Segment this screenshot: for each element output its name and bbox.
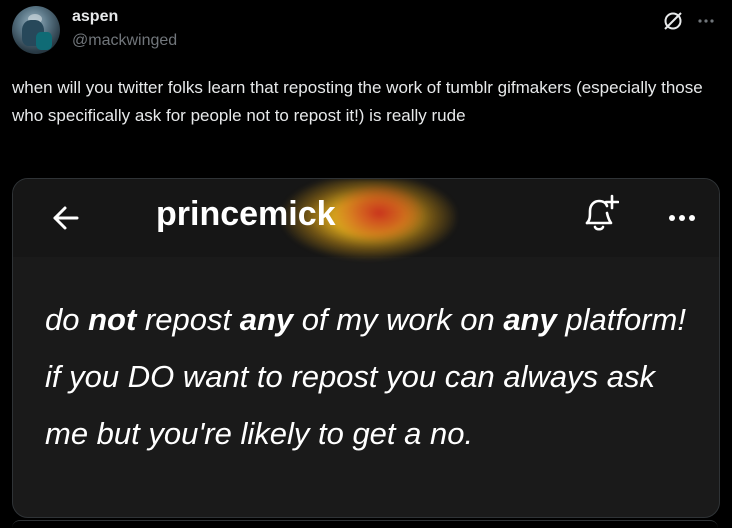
user-handle[interactable]: @mackwinged: [72, 32, 177, 50]
tweet-text: when will you twitter folks learn that r…: [12, 78, 708, 125]
bell-plus-icon: [585, 194, 619, 231]
more-icon[interactable]: [694, 9, 718, 33]
avatar[interactable]: [12, 6, 60, 54]
quote-text: do not repost any of my work on any plat…: [45, 302, 686, 451]
no-entry-icon[interactable]: [661, 9, 685, 33]
back-arrow-icon: [53, 206, 79, 230]
display-name[interactable]: aspen: [72, 8, 118, 26]
media-image[interactable]: princemick do not repost any of my work …: [12, 178, 720, 518]
more-dots-icon: [669, 215, 695, 221]
blog-name: princemick: [156, 195, 336, 233]
